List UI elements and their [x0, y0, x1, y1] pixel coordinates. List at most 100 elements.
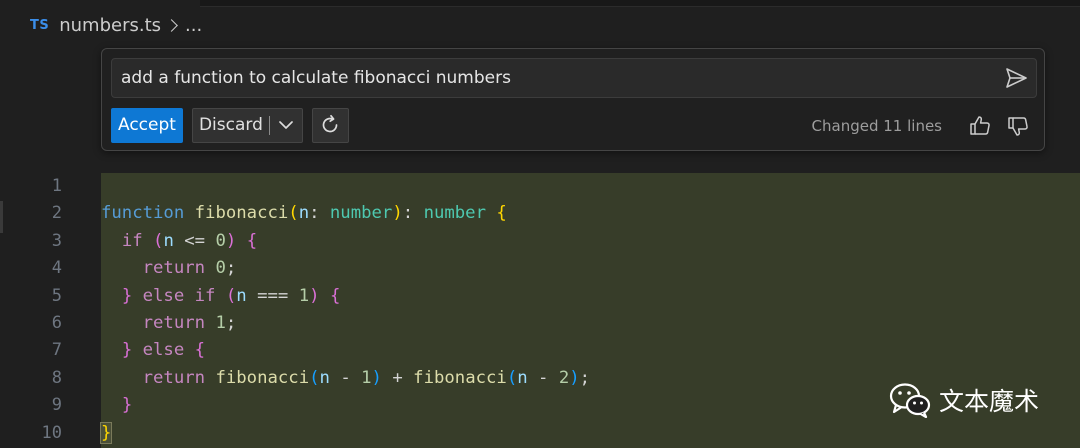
code-line[interactable]: } else if (n === 1) {: [101, 283, 1080, 310]
breadcrumb: TS numbers.ts ...: [30, 12, 202, 38]
line-number-gutter: 1 2 3 4 5 6 7 8 9 10: [0, 173, 62, 447]
line-number: 2: [51, 203, 62, 224]
line-number: 3: [51, 230, 62, 251]
code-token: if: [194, 285, 216, 306]
tab-strip: [200, 0, 1080, 7]
prompt-input[interactable]: [121, 59, 981, 97]
code-token: return: [142, 312, 206, 333]
code-token: number: [423, 203, 486, 224]
code-token: n: [298, 203, 310, 224]
discard-split-button: Discard: [191, 107, 303, 143]
code-token: }: [121, 285, 133, 306]
code-line[interactable]: }: [99, 420, 1080, 447]
code-token: ;: [225, 258, 237, 279]
code-token: 1: [215, 312, 226, 333]
code-token: else: [142, 285, 185, 306]
code-line[interactable]: if (n <= 0) {: [101, 228, 1080, 255]
chevron-right-icon: [165, 18, 178, 32]
watermark-text: 文本魔术: [939, 387, 1040, 416]
code-token: function: [101, 203, 185, 224]
code-token: n: [236, 285, 247, 306]
code-token: 0: [215, 258, 226, 279]
code-line[interactable]: } else {: [101, 337, 1080, 364]
code-token: 0: [215, 230, 226, 251]
line-number: 5: [51, 285, 62, 306]
code-token: if: [121, 230, 143, 251]
code-token: }: [121, 340, 133, 361]
code-token: ): [569, 367, 580, 388]
code-token: }: [121, 395, 133, 416]
discard-button[interactable]: Discard: [193, 109, 269, 142]
discard-dropdown-button[interactable]: [270, 109, 302, 142]
thumbs-up-icon[interactable]: [968, 114, 992, 138]
code-line[interactable]: function fibonacci(n: number): number {: [101, 200, 1080, 227]
code-token: :: [309, 203, 330, 224]
code-line[interactable]: return 0;: [101, 255, 1080, 282]
line-number: 8: [51, 367, 62, 388]
code-token: ===: [246, 285, 299, 306]
typescript-file-icon: TS: [30, 17, 50, 33]
code-token: 2: [558, 367, 570, 388]
code-token: {: [194, 340, 206, 361]
code-token: ): [225, 230, 237, 251]
code-token: (: [506, 367, 518, 388]
editor-window: TS numbers.ts ... Accept Discard: [0, 0, 1080, 448]
code-token: n: [319, 367, 330, 388]
code-token: return: [142, 258, 206, 279]
line-number: 4: [51, 258, 62, 279]
rerun-button[interactable]: [311, 107, 349, 143]
code-token: <=: [173, 230, 216, 251]
refresh-icon: [323, 114, 338, 133]
line-number: 1: [51, 176, 62, 196]
thumbs-down-icon[interactable]: [1006, 114, 1030, 138]
code-token: +: [381, 367, 414, 388]
inline-chat-widget: Accept Discard Changed 11 lines: [101, 48, 1045, 151]
code-token: {: [496, 203, 507, 224]
code-token: (: [288, 203, 299, 224]
code-token: (: [153, 230, 164, 251]
code-token: n: [517, 367, 528, 388]
watermark: 文本魔术: [889, 380, 1039, 420]
chevron-down-icon: [279, 121, 293, 129]
code-token: fibonacci: [215, 367, 310, 388]
code-token: return: [142, 367, 206, 388]
code-token: n: [163, 230, 174, 251]
wechat-logo-icon: [889, 383, 931, 418]
code-line[interactable]: return 1;: [101, 310, 1080, 337]
line-number: 10: [41, 422, 62, 443]
code-token: -: [329, 367, 362, 388]
code-token: ;: [579, 367, 591, 388]
breadcrumb-file-name[interactable]: numbers.ts: [59, 15, 161, 36]
code-token: {: [246, 230, 258, 251]
code-token: :: [402, 203, 424, 224]
code-token: ;: [225, 312, 237, 333]
code-line[interactable]: ​: [101, 173, 1080, 200]
code-token: ): [371, 367, 382, 388]
send-icon[interactable]: [1004, 67, 1028, 89]
action-buttons: Accept Discard: [111, 107, 349, 143]
line-number: 6: [51, 312, 62, 333]
code-token: ): [309, 285, 320, 306]
breadcrumb-ellipsis[interactable]: ...: [185, 15, 202, 36]
code-token: fibonacci: [413, 367, 507, 388]
code-token: -: [527, 367, 559, 388]
code-token: 1: [361, 367, 372, 388]
accept-button[interactable]: Accept: [111, 107, 183, 143]
